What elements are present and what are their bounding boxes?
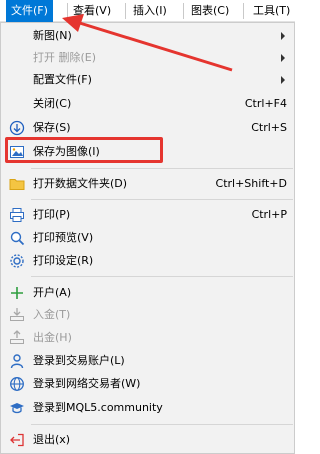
exit-icon: [9, 432, 25, 448]
file-menu-dropdown: 新图(N) 打开 删除(E) 配置文件(F) 关闭(C) Ctrl+F4 保存(…: [0, 22, 295, 454]
menu-item-label: 配置文件(F): [33, 73, 92, 86]
deposit-icon: [9, 307, 25, 323]
submenu-arrow-icon: [281, 54, 285, 62]
menu-item-label: 退出(x): [33, 433, 71, 446]
print-settings-icon: [9, 253, 25, 269]
menu-item-label: 登录到网络交易者(W): [33, 377, 141, 390]
globe-icon: [9, 376, 25, 392]
menu-item-save[interactable]: 保存(S) Ctrl+S: [2, 117, 293, 139]
menu-item-shortcut: Ctrl+Shift+D: [215, 177, 287, 190]
withdraw-icon: [9, 330, 25, 346]
menu-item-profiles[interactable]: 配置文件(F): [2, 69, 293, 91]
menu-separator: [31, 424, 293, 425]
menu-item-login-mql5[interactable]: 登录到MQL5.community: [2, 397, 293, 419]
printer-icon: [9, 207, 25, 223]
menu-item-open-account[interactable]: 开户(A): [2, 282, 293, 304]
menu-item-label: 打开 删除(E): [33, 51, 97, 64]
menu-item-login-trade-account[interactable]: 登录到交易账户(L): [2, 350, 293, 372]
menu-separator: [31, 199, 293, 200]
menu-item-label: 登录到MQL5.community: [33, 401, 163, 414]
menu-insert[interactable]: 插入(I): [128, 0, 172, 22]
menu-bar: 文件(F) 查看(V) 插入(I) 图表(C) 工具(T): [0, 0, 295, 22]
menu-separator: [125, 3, 126, 19]
save-icon: [9, 120, 25, 136]
menu-tools[interactable]: 工具(T): [248, 0, 295, 22]
menu-item-login-web-trader[interactable]: 登录到网络交易者(W): [2, 373, 293, 395]
menu-item-deposit[interactable]: 入金(T): [2, 304, 293, 326]
folder-icon: [9, 176, 25, 192]
menu-view[interactable]: 查看(V): [68, 0, 116, 22]
menu-item-label: 打印(P): [33, 208, 71, 221]
menu-item-new-chart[interactable]: 新图(N): [2, 25, 293, 47]
menu-separator: [243, 3, 244, 19]
menu-item-print-preview[interactable]: 打印预览(V): [2, 227, 293, 249]
user-icon: [9, 353, 25, 369]
menu-item-label: 打印设定(R): [33, 254, 94, 267]
menu-item-label: 入金(T): [33, 308, 71, 321]
print-preview-icon: [9, 230, 25, 246]
menu-separator: [183, 3, 184, 19]
menu-item-label: 保存(S): [33, 121, 71, 134]
menu-item-shortcut: Ctrl+P: [251, 208, 287, 221]
menu-item-print-setup[interactable]: 打印设定(R): [2, 250, 293, 272]
menu-item-withdraw[interactable]: 出金(H): [2, 327, 293, 349]
menu-item-label: 登录到交易账户(L): [33, 354, 125, 367]
menu-item-open-deleted[interactable]: 打开 删除(E): [2, 47, 293, 69]
menu-charts[interactable]: 图表(C): [186, 0, 234, 22]
graduation-cap-icon: [9, 400, 25, 416]
menu-item-close[interactable]: 关闭(C) Ctrl+F4: [2, 93, 293, 115]
menu-item-shortcut: Ctrl+S: [251, 121, 287, 134]
menu-item-exit[interactable]: 退出(x): [2, 429, 293, 451]
menu-item-label: 新图(N): [33, 29, 72, 42]
menu-item-open-data-folder[interactable]: 打开数据文件夹(D) Ctrl+Shift+D: [2, 173, 293, 195]
menu-separator: [31, 168, 293, 169]
menu-separator: [31, 276, 293, 277]
submenu-arrow-icon: [281, 32, 285, 40]
menu-file[interactable]: 文件(F): [6, 0, 53, 22]
menu-item-label: 打开数据文件夹(D): [33, 177, 128, 190]
menu-item-shortcut: Ctrl+F4: [244, 97, 287, 110]
menu-item-label: 开户(A): [33, 286, 72, 299]
plus-icon: [9, 285, 25, 301]
annotation-highlight-box: [5, 137, 163, 163]
menu-item-label: 关闭(C): [33, 97, 72, 110]
menu-item-label: 打印预览(V): [33, 231, 94, 244]
submenu-arrow-icon: [281, 76, 285, 84]
menu-item-label: 出金(H): [33, 331, 72, 344]
menu-item-print[interactable]: 打印(P) Ctrl+P: [2, 204, 293, 226]
